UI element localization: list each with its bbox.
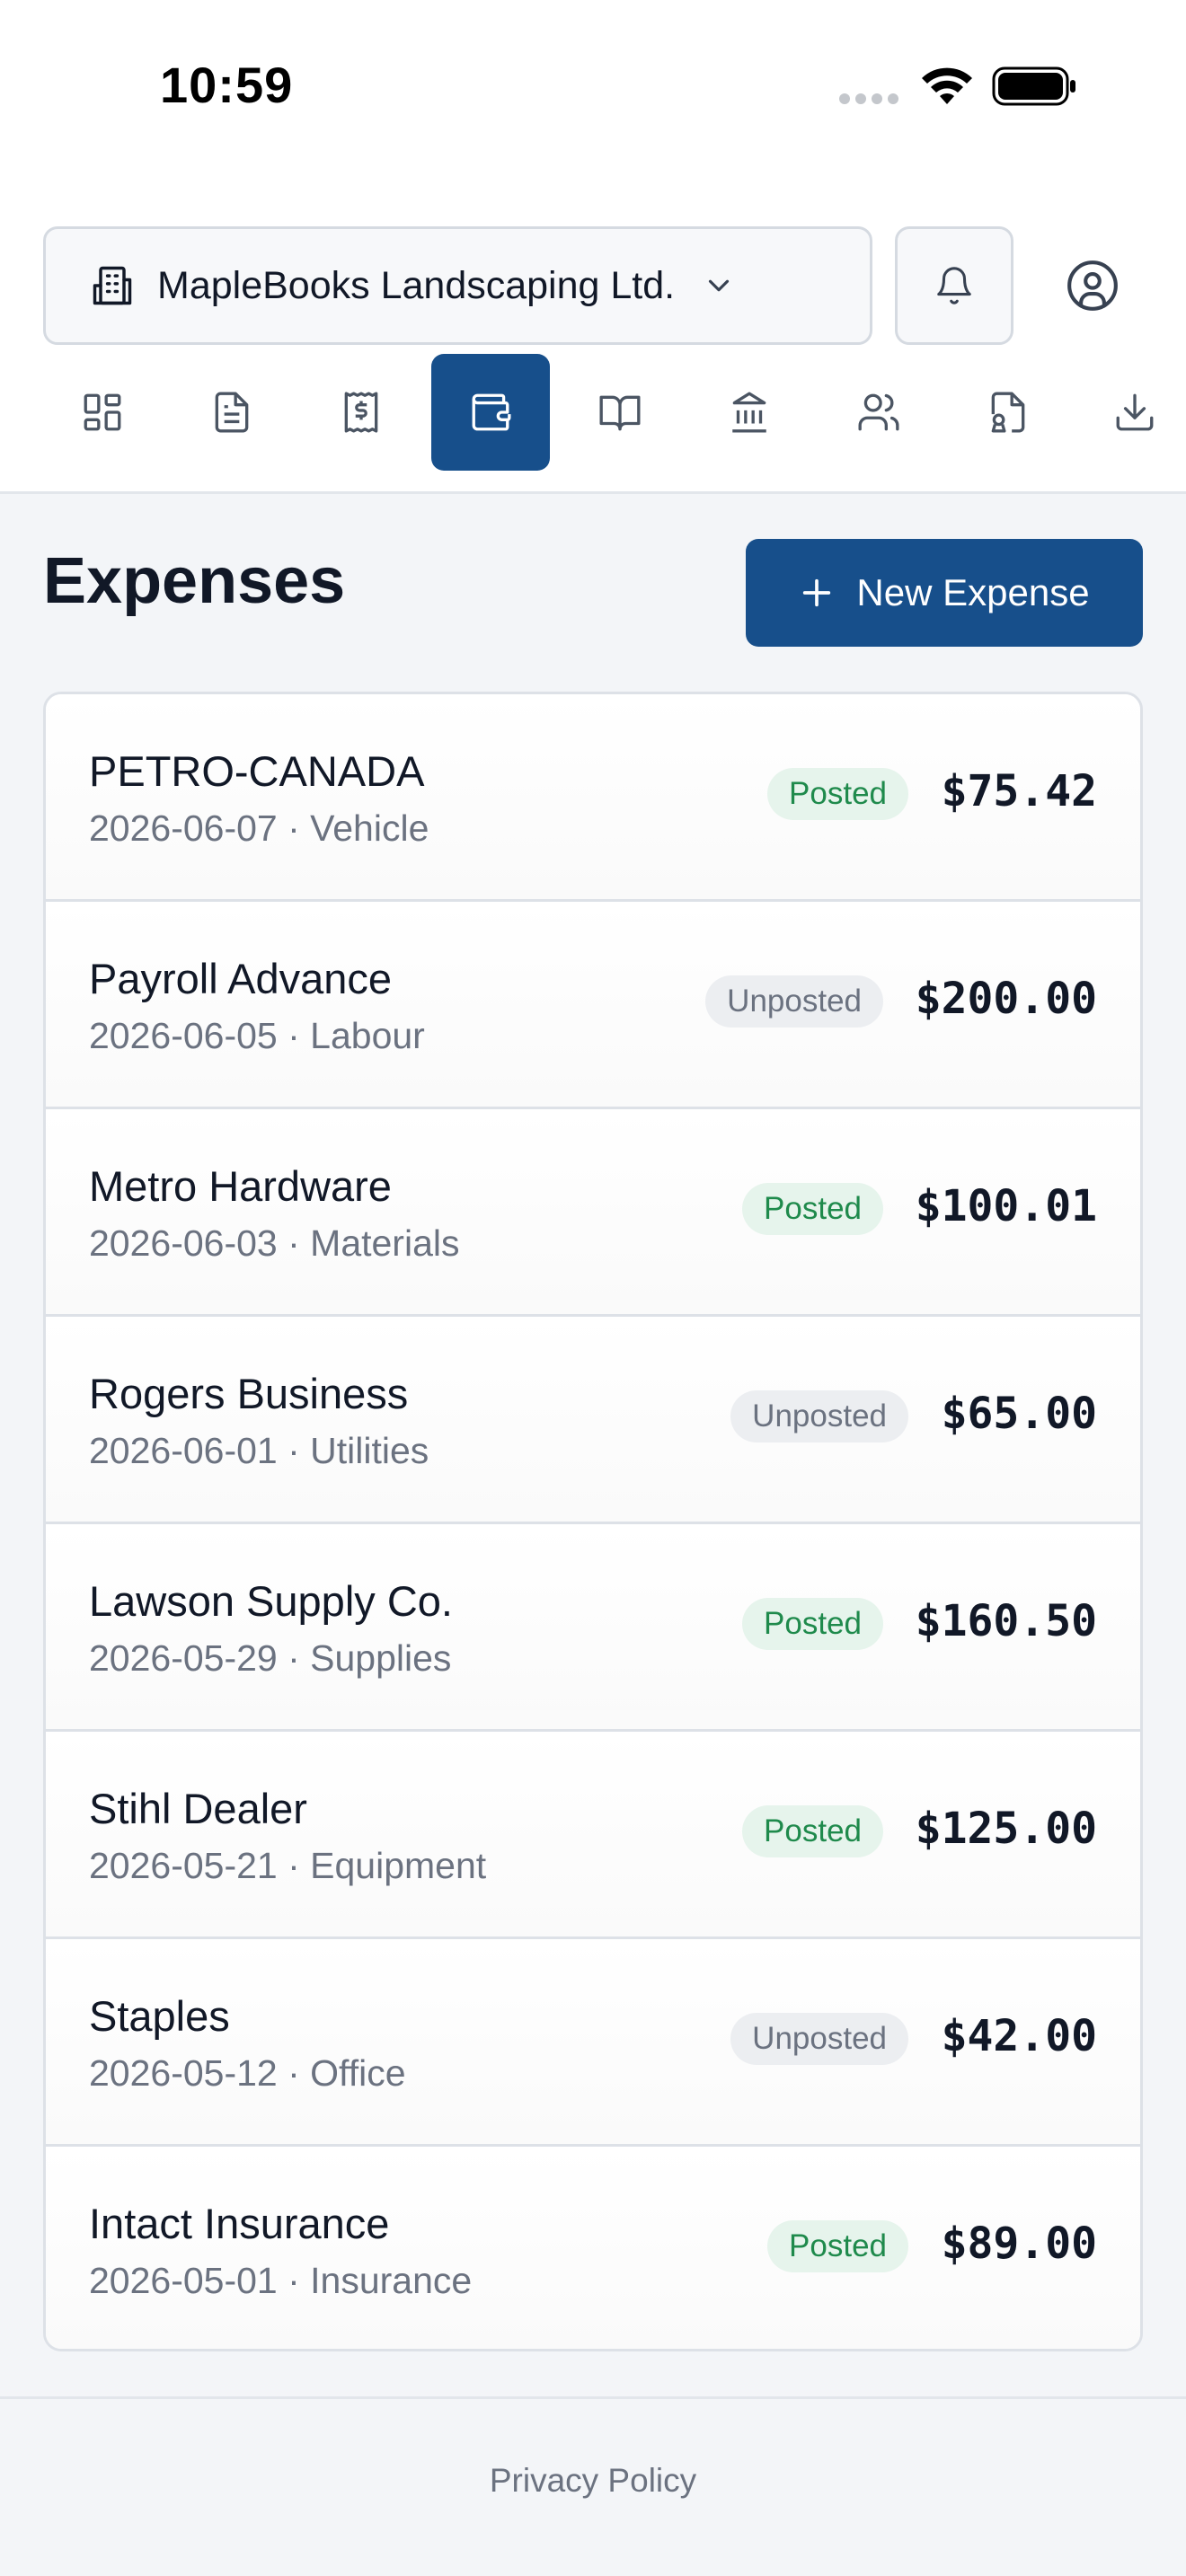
expense-amount: $89.00: [941, 2219, 1097, 2269]
expense-vendor: Payroll Advance: [89, 955, 393, 1002]
status-badge: Unposted: [705, 975, 883, 1028]
expense-row[interactable]: Staples 2026-05-12 · Office Unposted $42…: [46, 1939, 1140, 2147]
expense-vendor: Metro Hardware: [89, 1162, 392, 1210]
expense-meta: 2026-06-03 · Materials: [89, 1222, 460, 1264]
document-icon: [215, 392, 249, 433]
expense-amount: $100.01: [915, 1181, 1097, 1231]
status-time: 10:59: [160, 57, 294, 113]
company-selector[interactable]: MapleBooks Landscaping Ltd.: [43, 226, 872, 345]
bank-icon: [732, 392, 766, 433]
nav-receipts[interactable]: [302, 354, 420, 471]
nav-dashboard[interactable]: [43, 354, 162, 471]
expense-meta: 2026-05-29 · Supplies: [89, 1637, 452, 1679]
footer: Privacy Policy: [0, 2396, 1186, 2576]
nav-tax[interactable]: [949, 354, 1067, 471]
users-icon: [858, 393, 899, 431]
wifi-icon: [922, 67, 972, 104]
expense-amount: $42.00: [941, 2011, 1097, 2061]
status-badge: Posted: [742, 1598, 883, 1650]
expense-meta: 2026-06-01 · Utilities: [89, 1430, 429, 1471]
status-badge: Posted: [742, 1805, 883, 1857]
new-expense-button[interactable]: New Expense: [746, 539, 1143, 647]
status-badge: Unposted: [730, 1390, 908, 1442]
profile-button[interactable]: [1033, 226, 1152, 345]
nav-export[interactable]: [1078, 354, 1186, 471]
expense-vendor: Lawson Supply Co.: [89, 1577, 453, 1625]
expense-amount: $75.42: [941, 766, 1097, 816]
expense-list: PETRO-CANADA 2026-06-07 · Vehicle Posted…: [43, 692, 1143, 2351]
expense-amount: $160.50: [915, 1596, 1097, 1646]
download-icon: [1116, 393, 1154, 431]
nav-expenses[interactable]: [431, 354, 550, 471]
cellular-signal-icon: [839, 93, 898, 104]
chevron-down-icon: [709, 279, 730, 292]
plus-icon: [803, 578, 831, 607]
nav-invoices[interactable]: [173, 354, 291, 471]
page-title: Expenses: [43, 545, 346, 617]
expense-vendor: Intact Insurance: [89, 2200, 390, 2247]
expense-vendor: PETRO-CANADA: [89, 747, 425, 795]
status-badge: Unposted: [730, 2013, 908, 2065]
expense-amount: $200.00: [915, 974, 1097, 1024]
new-expense-label: New Expense: [856, 571, 1090, 613]
nav-ledger[interactable]: [561, 354, 679, 471]
expense-meta: 2026-05-01 · Insurance: [89, 2260, 473, 2301]
section-nav: [0, 352, 1186, 472]
privacy-policy-link[interactable]: Privacy Policy: [0, 2462, 1186, 2500]
expense-meta: 2026-06-05 · Labour: [89, 1015, 425, 1056]
expense-amount: $125.00: [915, 1804, 1097, 1854]
expense-row[interactable]: Intact Insurance 2026-05-01 · Insurance …: [46, 2147, 1140, 2349]
app-header: 10:59 MapleBooks Landscaping Ltd.: [0, 0, 1186, 494]
expense-meta: 2026-06-07 · Vehicle: [89, 807, 429, 849]
tax-file-icon: [991, 392, 1025, 433]
status-badge: Posted: [767, 2220, 908, 2272]
expense-row[interactable]: Metro Hardware 2026-06-03 · Materials Po…: [46, 1109, 1140, 1317]
company-name: MapleBooks Landscaping Ltd.: [157, 263, 676, 307]
expense-row[interactable]: PETRO-CANADA 2026-06-07 · Vehicle Posted…: [46, 694, 1140, 902]
building-icon: [93, 266, 132, 305]
expense-vendor: Rogers Business: [89, 1370, 409, 1417]
status-badge: Posted: [767, 768, 908, 820]
dashboard-icon: [84, 393, 121, 431]
receipt-icon: [344, 392, 378, 433]
expense-vendor: Stihl Dealer: [89, 1785, 307, 1832]
expense-row[interactable]: Rogers Business 2026-06-01 · Utilities U…: [46, 1317, 1140, 1524]
battery-icon: [992, 66, 1075, 106]
status-badge: Posted: [742, 1183, 883, 1235]
expense-row[interactable]: Stihl Dealer 2026-05-21 · Equipment Post…: [46, 1732, 1140, 1939]
nav-banking[interactable]: [690, 354, 809, 471]
book-icon: [599, 395, 641, 431]
notifications-button[interactable]: [895, 226, 1013, 345]
user-circle-icon: [1067, 260, 1118, 311]
bell-icon: [937, 267, 971, 304]
expense-vendor: Staples: [89, 1992, 230, 2040]
expense-meta: 2026-05-12 · Office: [89, 2052, 406, 2094]
expense-meta: 2026-05-21 · Equipment: [89, 1845, 487, 1886]
wallet-icon: [472, 393, 511, 431]
nav-contacts[interactable]: [819, 354, 938, 471]
expense-row[interactable]: Lawson Supply Co. 2026-05-29 · Supplies …: [46, 1524, 1140, 1732]
expense-row[interactable]: Payroll Advance 2026-06-05 · Labour Unpo…: [46, 902, 1140, 1109]
expense-amount: $65.00: [941, 1389, 1097, 1439]
